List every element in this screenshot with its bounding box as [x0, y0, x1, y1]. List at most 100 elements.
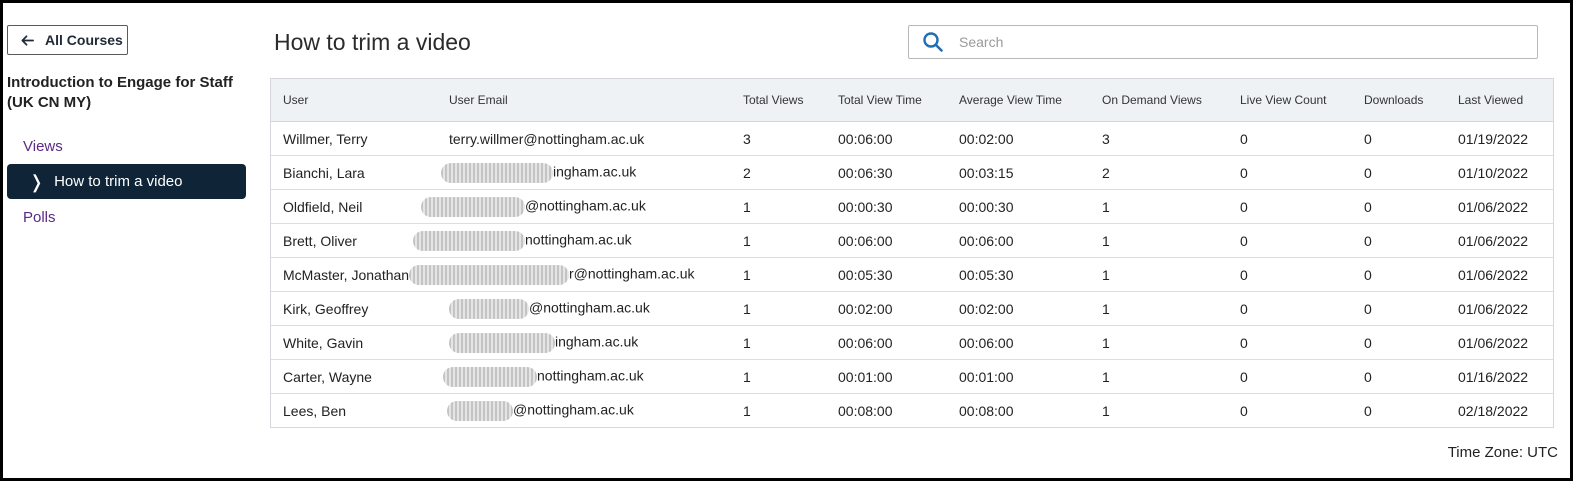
- column-header-live-view-count[interactable]: Live View Count: [1228, 79, 1352, 122]
- cell-last-viewed: 01/06/2022: [1446, 257, 1553, 292]
- cell-downloads: 0: [1364, 402, 1372, 419]
- cell-user: Lees, Ben: [283, 402, 347, 419]
- column-header-user-email[interactable]: User Email: [437, 79, 731, 122]
- cell-user: Oldfield, Neil: [271, 189, 437, 224]
- email-text: @nottingham.ac.uk: [529, 299, 650, 316]
- search-box[interactable]: [908, 25, 1538, 59]
- cell-average-view-time: 00:06:00: [947, 325, 1090, 360]
- cell-average-view-time: 00:05:30: [947, 257, 1090, 292]
- cell-total-views: 2: [731, 155, 826, 190]
- cell-average-view-time: 00:03:15: [947, 155, 1090, 190]
- table-row[interactable]: Lees, Ben @nottingham.ac.uk 1 00:08:00 00:08…: [271, 394, 1553, 428]
- cell-live-view-count: 0: [1240, 402, 1248, 419]
- app-frame: All Courses Introduction to Engage for S…: [0, 0, 1573, 481]
- email-text: @nottingham.ac.uk: [525, 197, 646, 214]
- table-row[interactable]: Kirk, Geoffrey @nottingham.ac.uk 1 00:02:00…: [271, 291, 1553, 326]
- table-row[interactable]: Carter, Wayne nottingham.ac.uk 1 00:01:00 00…: [271, 359, 1553, 394]
- sidebar-item-how-to-trim-a-video[interactable]: ❭ How to trim a video: [7, 164, 246, 199]
- cell-live-view-count: 0: [1228, 155, 1352, 190]
- cell-average-view-time: 00:02:00: [947, 291, 1090, 326]
- sidebar-item-label: How to trim a video: [54, 173, 183, 190]
- cell-average-view-time: 00:02:00: [947, 121, 1090, 156]
- cell-user: Bianchi, Lara: [271, 155, 437, 190]
- sidebar-item-views[interactable]: Views: [7, 129, 246, 164]
- cell-on-demand-views: 3: [1090, 121, 1228, 156]
- cell-average-view-time: 00:00:30: [947, 189, 1090, 224]
- redacted-email-mask: [449, 298, 529, 319]
- cell-last-viewed: 01/06/2022: [1446, 325, 1553, 360]
- cell-total-views: 1: [731, 291, 826, 326]
- cell-total-view-time: 00:05:30: [826, 257, 947, 292]
- cell-total-view-time: 00:06:00: [826, 325, 947, 360]
- cell-on-demand-views: 1: [1102, 402, 1110, 419]
- table-row[interactable]: Willmer, Terry terry.willmer@nottingham.a…: [271, 121, 1553, 156]
- table-row[interactable]: White, Gavin ingham.ac.uk 1 00:06:00 00:06:0…: [271, 325, 1553, 360]
- cell-email: @nottingham.ac.uk: [437, 394, 731, 428]
- column-header-last-viewed[interactable]: Last Viewed: [1446, 79, 1553, 122]
- cell-average-view-time: 00:01:00: [947, 359, 1090, 394]
- cell-downloads: 0: [1352, 223, 1446, 258]
- email-text: r@nottingham.ac.uk: [569, 265, 695, 282]
- column-header-user[interactable]: User: [271, 79, 437, 122]
- cell-total-view-time: 00:02:00: [826, 291, 947, 326]
- cell-downloads: 0: [1352, 121, 1446, 156]
- cell-downloads: 0: [1352, 291, 1446, 326]
- email-text: ingham.ac.uk: [555, 333, 639, 350]
- course-title: Introduction to Engage for Staff (UK CN …: [7, 74, 233, 111]
- search-input[interactable]: [957, 27, 1537, 57]
- cell-on-demand-views: 1: [1090, 359, 1228, 394]
- table-row[interactable]: McMaster, Jonathan r@nottingham.ac.uk 1 00:…: [271, 257, 1553, 292]
- table-row[interactable]: Bianchi, Lara ingham.ac.uk 2 00:06:30 00:03:…: [271, 155, 1553, 190]
- column-header-total-views[interactable]: Total Views: [731, 79, 826, 122]
- cell-total-views: 1: [731, 359, 826, 394]
- email-text: ingham.ac.uk: [553, 163, 637, 180]
- views-table: User User Email Total Views Total View T…: [270, 78, 1554, 428]
- cell-last-viewed: 01/06/2022: [1446, 291, 1553, 326]
- cell-downloads: 0: [1352, 189, 1446, 224]
- cell-total-view-time: 00:06:30: [826, 155, 947, 190]
- column-header-downloads[interactable]: Downloads: [1352, 79, 1446, 122]
- cell-last-viewed: 01/16/2022: [1446, 359, 1553, 394]
- column-header-total-view-time[interactable]: Total View Time: [826, 79, 947, 122]
- cell-live-view-count: 0: [1228, 257, 1352, 292]
- cell-live-view-count: 0: [1228, 223, 1352, 258]
- cell-email: @nottingham.ac.uk: [421, 189, 731, 224]
- redacted-email-mask: [409, 264, 569, 285]
- table-row[interactable]: Brett, Oliver nottingham.ac.uk 1 00:06:00 00…: [271, 223, 1553, 258]
- timezone-label: Time Zone: UTC: [1447, 444, 1558, 461]
- all-courses-button[interactable]: All Courses: [7, 25, 128, 55]
- chevron-right-icon: ❭: [29, 171, 45, 192]
- cell-on-demand-views: 1: [1090, 223, 1228, 258]
- cell-email: @nottingham.ac.uk: [437, 291, 731, 326]
- cell-email: nottingham.ac.uk: [413, 223, 731, 258]
- cell-last-viewed: 02/18/2022: [1458, 402, 1529, 419]
- column-header-average-view-time[interactable]: Average View Time: [947, 79, 1090, 122]
- cell-total-views: 1: [731, 223, 826, 258]
- cell-total-view-time: 00:01:00: [826, 359, 947, 394]
- cell-downloads: 0: [1352, 325, 1446, 360]
- sidebar-item-label: Polls: [23, 209, 56, 226]
- cell-on-demand-views: 1: [1090, 189, 1228, 224]
- all-courses-label: All Courses: [45, 32, 123, 48]
- cell-average-view-time: 00:06:00: [947, 223, 1090, 258]
- cell-live-view-count: 0: [1228, 121, 1352, 156]
- sidebar-item-polls[interactable]: Polls: [7, 200, 246, 235]
- cell-on-demand-views: 1: [1090, 325, 1228, 360]
- redacted-email-mask: [441, 162, 553, 183]
- cell-total-view-time: 00:00:30: [826, 189, 947, 224]
- search-icon[interactable]: [909, 31, 957, 53]
- email-text: @nottingham.ac.uk: [513, 401, 634, 418]
- cell-total-views: 1: [731, 325, 826, 360]
- redacted-email-mask: [413, 230, 525, 251]
- table-row[interactable]: Oldfield, Neil @nottingham.ac.uk 1 00:00:30…: [271, 189, 1553, 224]
- cell-live-view-count: 0: [1228, 325, 1352, 360]
- column-header-on-demand-views[interactable]: On Demand Views: [1090, 79, 1228, 122]
- cell-email: ingham.ac.uk: [437, 325, 731, 360]
- cell-user: Willmer, Terry: [271, 121, 437, 156]
- cell-on-demand-views: 2: [1090, 155, 1228, 190]
- arrow-left-icon: [21, 34, 34, 46]
- cell-downloads: 0: [1352, 257, 1446, 292]
- cell-downloads: 0: [1352, 155, 1446, 190]
- page-title: How to trim a video: [274, 29, 471, 55]
- cell-last-viewed: 01/10/2022: [1446, 155, 1553, 190]
